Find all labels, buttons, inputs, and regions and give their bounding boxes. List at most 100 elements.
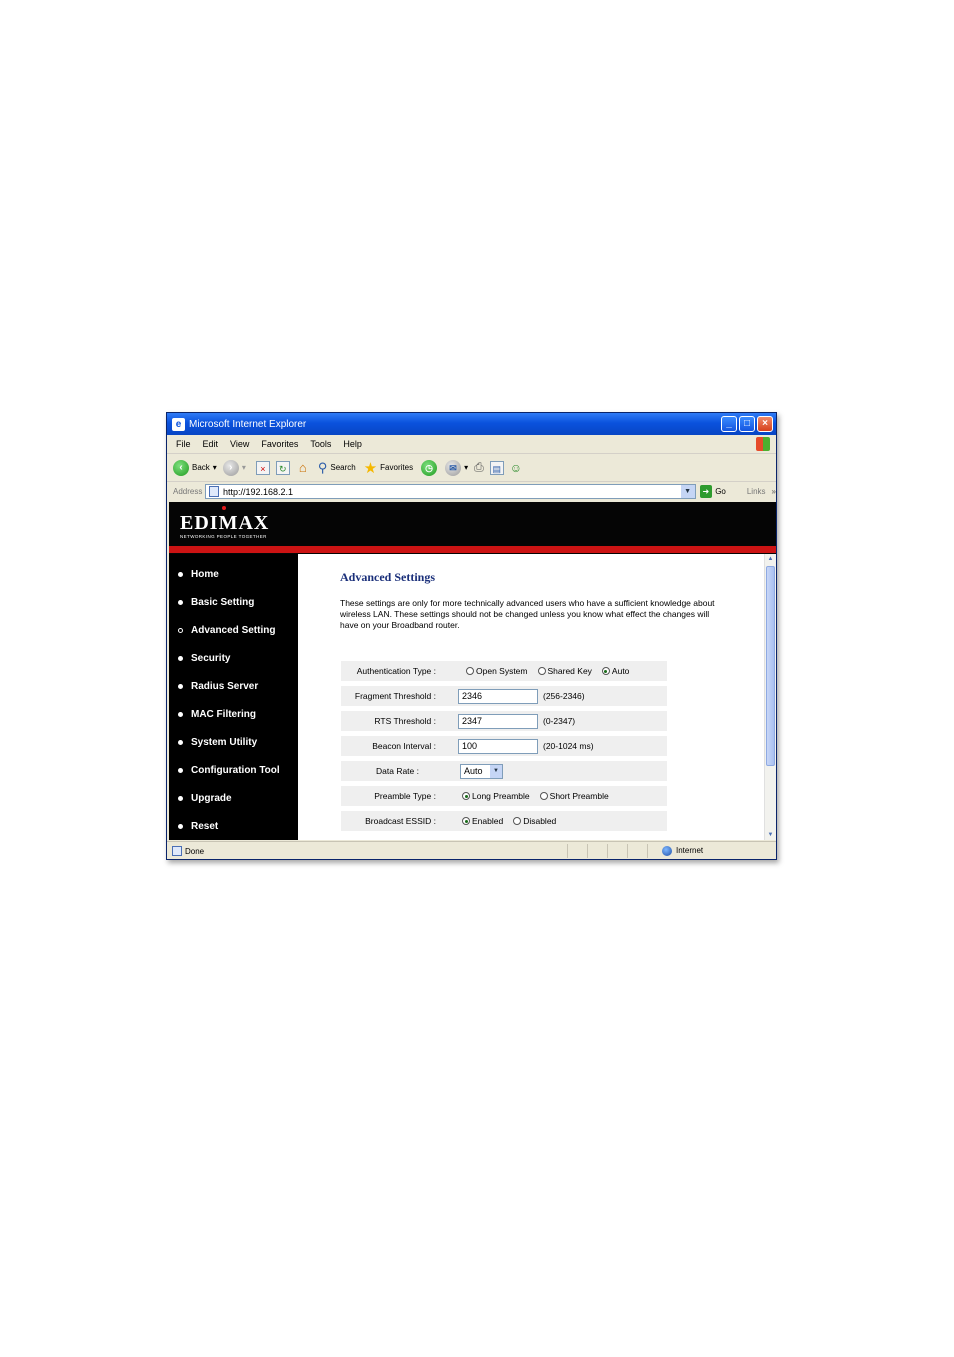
radio-icon (513, 817, 522, 825)
auth-shared-key-radio[interactable]: Shared Key (537, 666, 592, 676)
forward-dropdown-icon[interactable]: ▾ (242, 463, 246, 472)
page-icon (208, 486, 219, 497)
sidebar-item-label: Home (191, 569, 219, 580)
rts-threshold-range: (0-2347) (543, 716, 576, 726)
preamble-short-label: Short Preamble (549, 791, 609, 801)
stop-icon: × (255, 460, 270, 475)
history-button[interactable]: ◷ (421, 459, 438, 476)
main-panel: Advanced Settings These settings are onl… (298, 554, 764, 840)
sidebar-item-label: Advanced Setting (191, 625, 276, 636)
forward-button[interactable]: › ▾ (222, 459, 246, 476)
page-header: EDIMAX NETWORKING PEOPLE TOGETHER (169, 502, 776, 554)
sidebar-item-upgrade[interactable]: Upgrade (178, 793, 232, 804)
beacon-interval-input[interactable] (458, 738, 538, 754)
preamble-short-radio[interactable]: Short Preamble (539, 791, 609, 801)
data-rate-value: Auto (464, 765, 483, 776)
menu-tools[interactable]: Tools (310, 439, 331, 449)
sidebar-item-configuration-tool[interactable]: Configuration Tool (178, 765, 280, 776)
essid-disabled-label: Disabled (523, 816, 557, 826)
sidebar-item-home[interactable]: Home (178, 569, 219, 580)
sidebar-item-label: Upgrade (191, 793, 232, 804)
essid-disabled-radio[interactable]: Disabled (513, 816, 556, 826)
address-dropdown-icon[interactable]: ▼ (680, 485, 695, 498)
scroll-down-icon[interactable]: ▼ (765, 830, 776, 840)
minimize-button[interactable]: _ (721, 416, 737, 432)
toolbar: ‹ Back ▾ › ▾ × ↻ ⌂ ⚲ Search ★ Favorites … (167, 454, 776, 482)
beacon-interval-label: Beacon Interval : (372, 741, 436, 751)
bullet-icon (178, 824, 183, 829)
broadcast-essid-row: Broadcast ESSID : Enabled Disabled (341, 811, 667, 831)
address-url: http://192.168.2.1 (222, 486, 293, 497)
data-rate-row: Data Rate : Auto ▼ (341, 761, 667, 781)
stop-button[interactable]: × (255, 460, 270, 475)
mail-button[interactable]: ✉ ▾ (445, 459, 468, 476)
go-arrow-icon[interactable]: ➜ (699, 485, 713, 498)
menu-edit[interactable]: Edit (203, 439, 219, 449)
search-button[interactable]: ⚲ Search (318, 460, 356, 476)
refresh-button[interactable]: ↻ (275, 460, 290, 475)
fragment-threshold-input[interactable] (458, 688, 538, 704)
home-icon: ⌂ (298, 459, 307, 475)
favorites-button[interactable]: ★ Favorites (364, 459, 413, 477)
bullet-icon (178, 768, 183, 773)
sidebar-item-system-utility[interactable]: System Utility (178, 737, 257, 748)
chevron-right-icon[interactable]: » (772, 487, 776, 496)
bullet-open-icon (178, 628, 183, 633)
menu-file[interactable]: File (176, 439, 191, 449)
print-button[interactable]: ⎙ (474, 460, 484, 475)
radio-icon (539, 792, 548, 800)
beacon-interval-row: Beacon Interval : (20-1024 ms) (341, 736, 667, 756)
preamble-long-radio[interactable]: Long Preamble (462, 791, 530, 801)
sidebar-item-basic-setting[interactable]: Basic Setting (178, 597, 254, 608)
maximize-button[interactable]: □ (739, 416, 755, 432)
print-icon: ⎙ (474, 460, 484, 474)
status-divider (607, 844, 608, 858)
menu-favorites[interactable]: Favorites (261, 439, 298, 449)
essid-enabled-radio[interactable]: Enabled (462, 816, 503, 826)
rts-threshold-input[interactable] (458, 713, 538, 729)
sidebar-item-reset[interactable]: Reset (178, 821, 218, 832)
edit-button[interactable]: ▤ (489, 460, 504, 475)
bullet-icon (178, 712, 183, 717)
forward-arrow-icon: › (222, 459, 239, 476)
scroll-up-icon[interactable]: ▲ (765, 554, 776, 564)
scrollbar-thumb[interactable] (766, 566, 775, 766)
menu-bar: File Edit View Favorites Tools Help (167, 435, 776, 454)
edit-icon: ▤ (489, 460, 504, 475)
broadcast-essid-label: Broadcast ESSID : (365, 816, 436, 826)
preamble-type-label: Preamble Type : (374, 791, 436, 801)
auth-auto-label: Auto (611, 666, 630, 676)
status-divider (587, 844, 588, 858)
menu-view[interactable]: View (230, 439, 249, 449)
address-label: Address (173, 487, 203, 496)
sidebar-item-radius-server[interactable]: Radius Server (178, 681, 258, 692)
go-button[interactable]: Go (715, 487, 726, 496)
sidebar-item-mac-filtering[interactable]: MAC Filtering (178, 709, 256, 720)
chevron-down-icon: ▼ (490, 764, 502, 778)
close-button[interactable]: × (757, 416, 773, 432)
title-bar: e Microsoft Internet Explorer _ □ × (167, 413, 776, 435)
sidebar-item-advanced-setting[interactable]: Advanced Setting (178, 625, 275, 636)
mail-dropdown-icon[interactable]: ▾ (464, 463, 468, 472)
back-button[interactable]: ‹ Back ▾ (173, 459, 217, 476)
auth-shared-key-label: Shared Key (547, 666, 592, 676)
radio-icon (466, 667, 474, 675)
fragment-threshold-range: (256-2346) (543, 691, 585, 701)
vertical-scrollbar[interactable]: ▲ ▼ (764, 554, 776, 840)
sidebar-item-label: Security (191, 653, 231, 664)
messenger-icon: ☺ (509, 460, 522, 475)
messenger-button[interactable]: ☺ (510, 461, 522, 475)
back-dropdown-icon[interactable]: ▾ (213, 463, 217, 472)
bullet-icon (178, 572, 183, 577)
sidebar-item-security[interactable]: Security (178, 653, 230, 664)
preamble-long-label: Long Preamble (472, 791, 530, 801)
status-divider (647, 844, 648, 858)
auth-open-system-radio[interactable]: Open System (466, 666, 528, 676)
links-button[interactable]: Links (747, 487, 766, 496)
home-button[interactable]: ⌂ (296, 459, 310, 475)
address-input[interactable]: http://192.168.2.1 ▼ (204, 484, 696, 499)
menu-help[interactable]: Help (343, 439, 362, 449)
auth-auto-radio[interactable]: Auto (601, 666, 630, 676)
status-divider (567, 844, 568, 858)
data-rate-select[interactable]: Auto ▼ (460, 763, 503, 779)
